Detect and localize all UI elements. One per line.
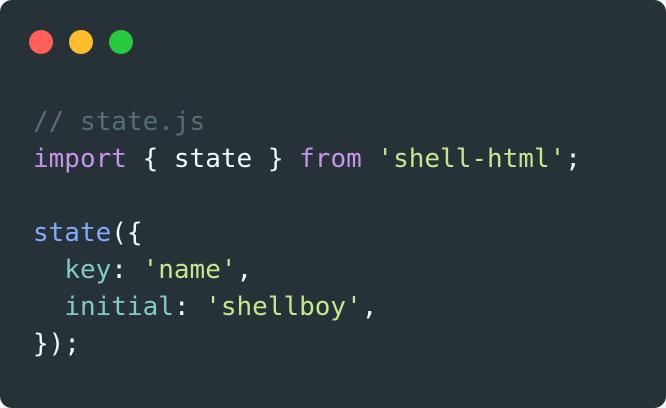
colon: : bbox=[111, 255, 143, 285]
from-keyword: from bbox=[299, 144, 362, 174]
function-call: state bbox=[33, 218, 112, 248]
code-comment: // state.js bbox=[33, 107, 206, 137]
code-line-4: state({ bbox=[33, 215, 581, 252]
minimize-window-icon[interactable] bbox=[69, 30, 93, 54]
property-initial: initial bbox=[64, 292, 174, 322]
import-keyword: import bbox=[33, 144, 127, 174]
brace-open: { bbox=[126, 144, 174, 174]
call-close: }); bbox=[33, 329, 80, 359]
code-line-7: }); bbox=[33, 326, 581, 363]
code-line-6: initial: 'shellboy', bbox=[33, 289, 581, 326]
property-value-string: 'shellboy' bbox=[205, 292, 362, 322]
semicolon: ; bbox=[565, 144, 581, 174]
code-window: // state.js import { state } from 'shell-… bbox=[0, 0, 666, 408]
maximize-window-icon[interactable] bbox=[109, 30, 133, 54]
brace-close: } bbox=[252, 144, 300, 174]
close-window-icon[interactable] bbox=[29, 30, 53, 54]
comma: , bbox=[361, 292, 378, 322]
property-key: key bbox=[64, 255, 112, 285]
comma: , bbox=[236, 255, 253, 285]
code-block: // state.js import { state } from 'shell-… bbox=[33, 104, 581, 363]
call-open: ({ bbox=[111, 218, 143, 248]
window-titlebar bbox=[0, 0, 666, 84]
colon: : bbox=[173, 292, 206, 322]
property-value-string: 'name' bbox=[142, 255, 237, 285]
code-line-1: // state.js bbox=[33, 104, 581, 141]
module-string: 'shell-html' bbox=[377, 144, 566, 174]
code-line-5: key: 'name', bbox=[33, 252, 581, 289]
imported-identifier: state bbox=[173, 144, 253, 174]
code-line-2: import { state } from 'shell-html'; bbox=[33, 141, 581, 178]
